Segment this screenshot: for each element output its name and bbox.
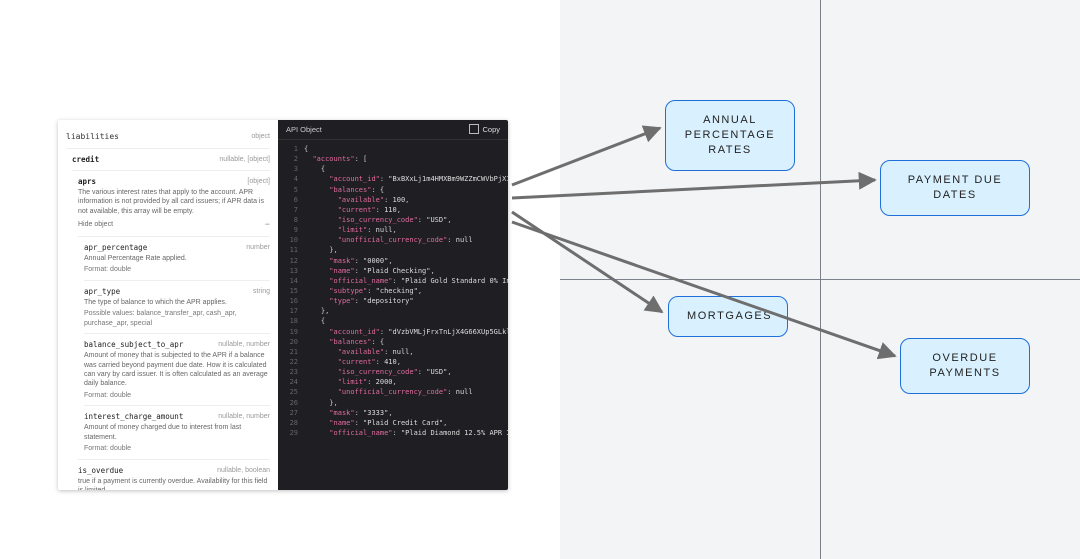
field-desc: Amount of money charged due to interest … [84, 423, 270, 442]
concept-dates-label: PAYMENT DUE DATES [899, 173, 1011, 203]
concept-apr-label: ANNUAL PERCENTAGE RATES [684, 113, 776, 158]
field-type: nullable, [object] [219, 155, 270, 165]
concept-apr: ANNUAL PERCENTAGE RATES [665, 100, 795, 171]
field-name: credit [72, 155, 99, 165]
concept-mortgages: MORTGAGES [668, 296, 788, 337]
code-panel: API Object Copy 1{ 2 "accounts": [ 3 { 4… [278, 120, 508, 490]
field-type: number [246, 243, 270, 253]
divider-horizontal [560, 279, 1080, 280]
field-type: object [251, 132, 270, 143]
field-name: liabilities [66, 132, 119, 143]
field-type: nullable, boolean [217, 466, 270, 476]
field-desc: true if a payment is currently overdue. … [78, 477, 270, 490]
field-format: Format: double [84, 265, 270, 274]
concept-mort-label: MORTGAGES [687, 309, 769, 324]
concept-over-label: OVERDUE PAYMENTS [919, 351, 1011, 381]
field-desc: Amount of money that is subjected to the… [84, 351, 270, 389]
field-desc: The various interest rates that apply to… [78, 188, 270, 216]
concept-overdue-payments: OVERDUE PAYMENTS [900, 338, 1030, 394]
field-name: interest_charge_amount [84, 412, 183, 422]
concept-payment-due-dates: PAYMENT DUE DATES [880, 160, 1030, 216]
copy-label: Copy [482, 125, 500, 134]
field-type: string [253, 287, 270, 297]
field-format: Format: double [84, 444, 270, 453]
field-name: aprs [78, 177, 96, 187]
field-desc: Annual Percentage Rate applied. [84, 254, 270, 263]
field-name: balance_subject_to_apr [84, 340, 183, 350]
hide-object-toggle[interactable]: Hide object [78, 220, 113, 229]
minus-icon[interactable]: − [265, 218, 270, 230]
field-format: Format: double [84, 391, 270, 400]
code-block: 1{ 2 "accounts": [ 3 { 4 "account_id": "… [278, 140, 508, 446]
quadrant-panel [560, 0, 1080, 559]
api-doc-card: liabilities object credit nullable, [objec… [58, 120, 508, 490]
field-name: apr_type [84, 287, 120, 297]
field-possible: Possible values: balance_transfer_apr, c… [84, 309, 270, 328]
field-type: nullable, number [218, 340, 270, 350]
field-desc: The type of balance to which the APR app… [84, 298, 270, 307]
schema-panel: liabilities object credit nullable, [objec… [58, 120, 278, 490]
copy-button[interactable]: Copy [471, 125, 500, 134]
field-type: [object] [247, 177, 270, 187]
code-title: API Object [286, 125, 322, 134]
field-type: nullable, number [218, 412, 270, 422]
field-name: apr_percentage [84, 243, 147, 253]
copy-icon [471, 126, 479, 134]
field-name: is_overdue [78, 466, 123, 476]
